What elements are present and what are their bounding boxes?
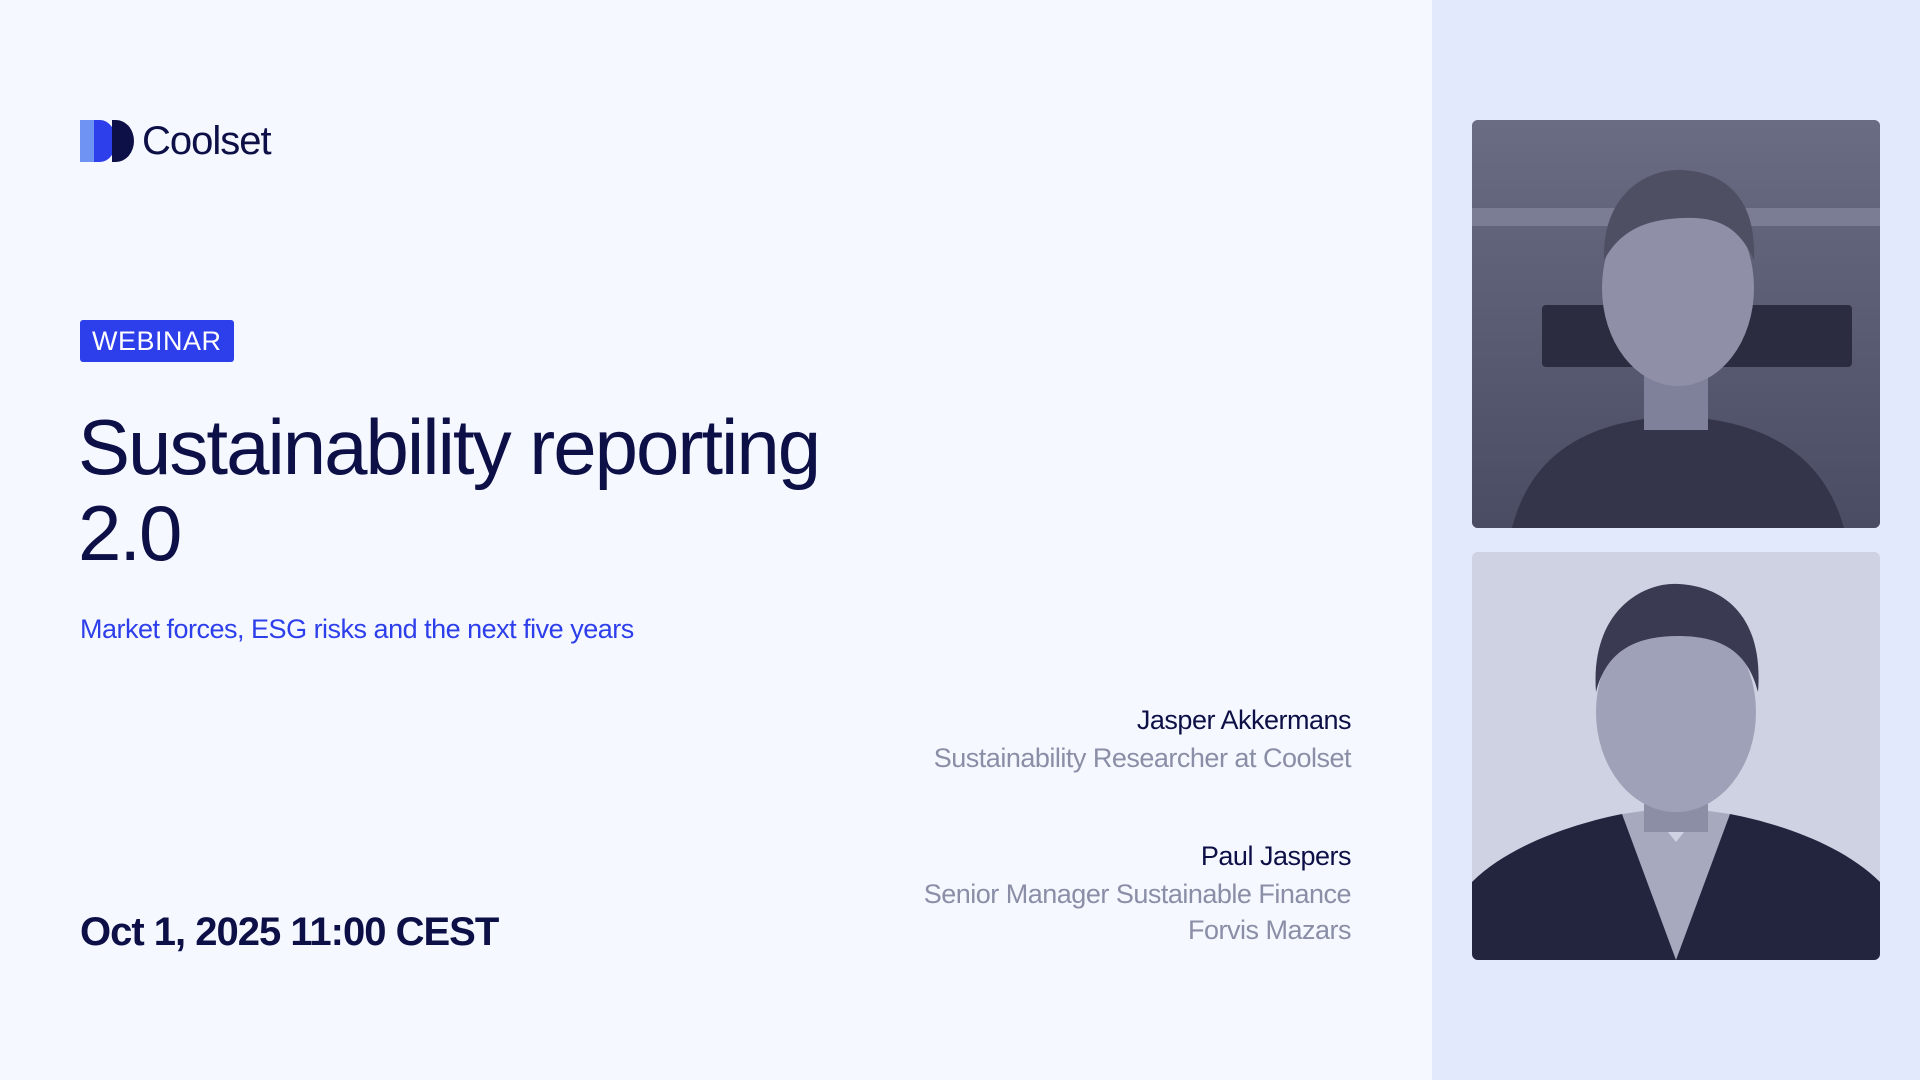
speaker-list: Jasper Akkermans Sustainability Research… <box>651 700 1352 1008</box>
portrait-photo-icon <box>1472 120 1880 528</box>
title-line-1: Sustainability reporting <box>78 403 821 491</box>
title-line-2: 2.0 <box>78 489 182 577</box>
speaker-item: Jasper Akkermans Sustainability Research… <box>651 700 1352 776</box>
speaker-photo-paul <box>1472 552 1880 960</box>
page-title: Sustainability reporting 2.0 <box>78 404 878 576</box>
subtitle: Market forces, ESG risks and the next fi… <box>80 614 634 644</box>
webinar-slide: Coolset WEBINAR Sustainability reporting… <box>0 0 1920 1080</box>
speaker-role: Sustainability Researcher at Coolset <box>933 743 1352 773</box>
portrait-photo-icon <box>1472 552 1880 960</box>
event-datetime: Oct 1, 2025 11:00 CEST <box>80 910 499 954</box>
speaker-name: Paul Jaspers <box>1200 841 1352 871</box>
brand-name: Coolset <box>142 119 272 163</box>
speaker-role: Senior Manager Sustainable Finance <box>923 879 1352 909</box>
speaker-name: Jasper Akkermans <box>1136 705 1352 735</box>
speaker-photo-jasper <box>1472 120 1880 528</box>
speaker-company: Forvis Mazars <box>1187 915 1352 945</box>
speaker-item: Paul Jaspers Senior Manager Sustainable … <box>651 836 1352 948</box>
coolset-logo-icon <box>80 120 134 162</box>
brand-logo: Coolset <box>80 116 272 166</box>
webinar-badge: WEBINAR <box>80 320 234 362</box>
